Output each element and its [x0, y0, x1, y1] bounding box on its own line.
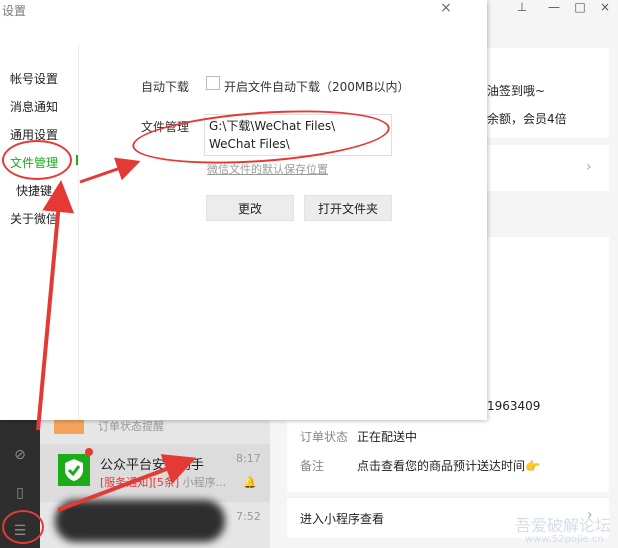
watermark-url: www.52pojie.cn — [525, 534, 604, 545]
watermark-text: 吾爱破解论坛 — [515, 516, 612, 535]
annotation-arrows — [36, 157, 197, 512]
